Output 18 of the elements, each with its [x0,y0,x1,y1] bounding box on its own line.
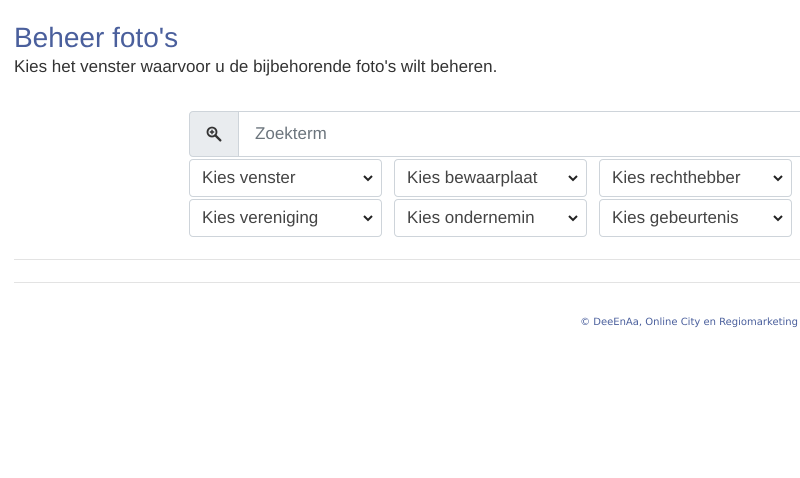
chevron-down-icon [773,174,783,182]
search-icon [206,126,222,142]
chevron-down-icon [363,214,373,222]
filter-dropdown[interactable]: Kies venster [189,159,382,197]
chevron-down-icon [568,174,578,182]
filter-dropdown[interactable]: Kies ondernemin [394,199,587,237]
page-title: Beheer foto's [14,21,180,55]
search-field[interactable]: Zoekterm [239,111,800,157]
filter-dropdown[interactable]: Kies rechthebber [599,159,792,197]
intro-text: Kies het venster waarvoor u de bijbehorende foto's wilt beheren. [14,56,498,78]
chevron-down-icon [568,214,578,222]
filter-dropdown[interactable]: Kies vereniging [189,199,382,237]
copyright-text: © DeeEnAa, Online City en Regiomarketing [580,317,798,328]
filter-dropdown[interactable]: Kies bewaarplaat [394,159,587,197]
search-button[interactable] [189,111,239,157]
filter-dropdown[interactable]: Kies gebeurtenis [599,199,792,237]
chevron-down-icon [363,174,373,182]
chevron-down-icon [773,214,783,222]
